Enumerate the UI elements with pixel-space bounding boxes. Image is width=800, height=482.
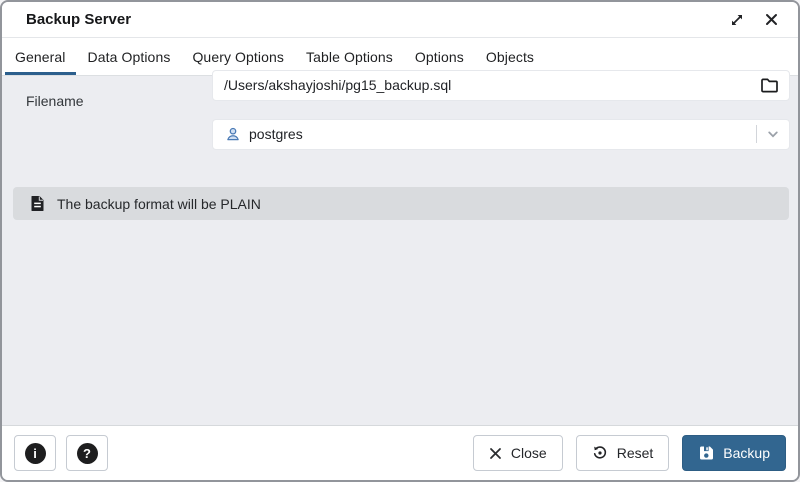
user-icon xyxy=(225,126,241,142)
titlebar-controls xyxy=(728,11,780,29)
dialog-title: Backup Server xyxy=(26,11,131,28)
footer-actions: Close Reset xyxy=(473,435,786,471)
filename-label: Filename xyxy=(26,93,84,109)
info-button[interactable]: i xyxy=(14,435,56,471)
role-name-value: postgres xyxy=(249,126,303,142)
chevron-down-icon[interactable] xyxy=(765,126,781,142)
folder-icon[interactable] xyxy=(759,77,779,93)
tab-general[interactable]: General xyxy=(4,38,77,75)
message-text: The backup format will be PLAIN xyxy=(57,196,261,212)
backup-button-label: Backup xyxy=(723,445,770,461)
filename-field xyxy=(212,70,790,101)
filename-input[interactable] xyxy=(213,71,759,100)
info-icon: i xyxy=(25,443,46,464)
x-icon xyxy=(489,447,502,460)
role-name-select[interactable]: postgres xyxy=(212,119,790,150)
file-document-icon xyxy=(30,195,44,212)
undo-icon xyxy=(592,445,608,461)
close-button[interactable]: Close xyxy=(473,435,563,471)
save-icon xyxy=(698,445,714,461)
select-separator xyxy=(756,125,757,143)
tab-data-options[interactable]: Data Options xyxy=(77,38,182,75)
backup-format-message: The backup format will be PLAIN xyxy=(13,187,789,220)
reset-button-label: Reset xyxy=(617,445,654,461)
reset-button[interactable]: Reset xyxy=(576,435,670,471)
backup-button[interactable]: Backup xyxy=(682,435,786,471)
close-button-label: Close xyxy=(511,445,547,461)
backup-server-dialog: Backup Server General Data Options Query… xyxy=(0,0,800,482)
help-icon: ? xyxy=(77,443,98,464)
maximize-icon[interactable] xyxy=(728,11,746,29)
dialog-footer: i ? Close xyxy=(2,425,798,480)
general-tab-panel: Filename Role name postgre xyxy=(2,76,798,425)
help-button[interactable]: ? xyxy=(66,435,108,471)
close-icon[interactable] xyxy=(762,11,780,29)
dialog-titlebar: Backup Server xyxy=(2,2,798,38)
